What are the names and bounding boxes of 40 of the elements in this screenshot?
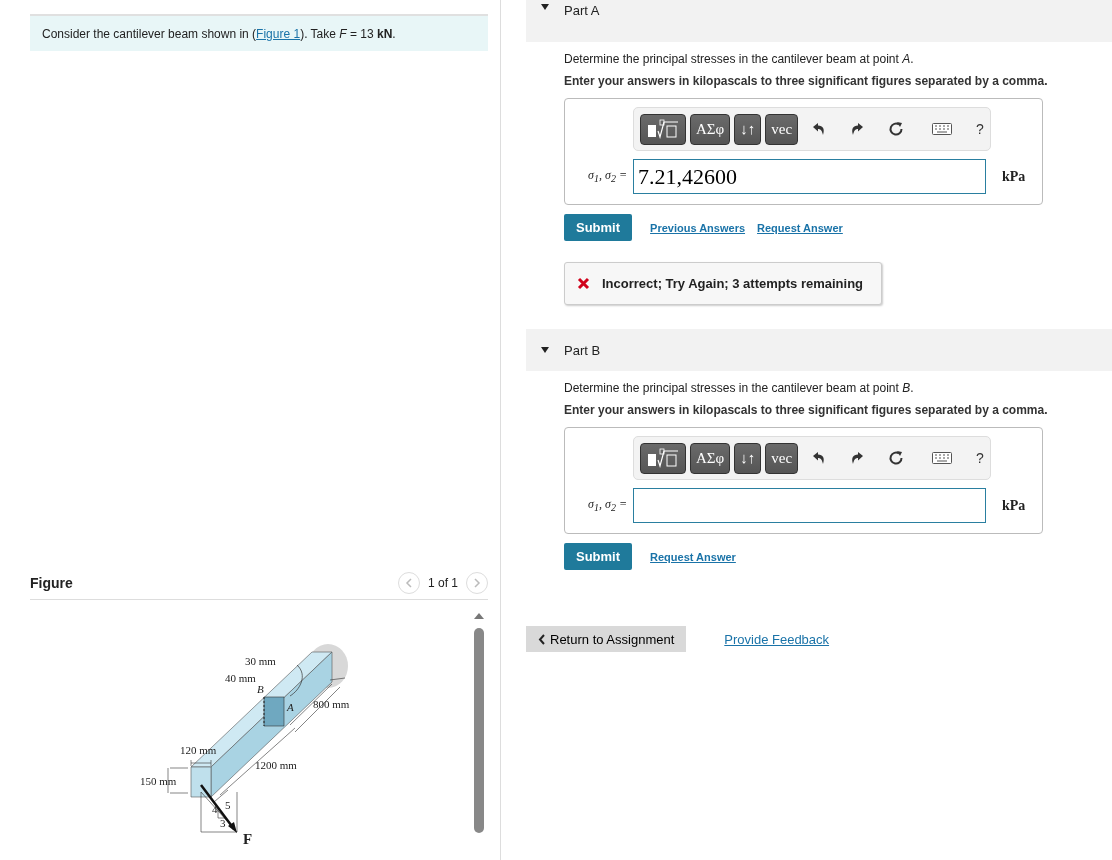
cantilever-beam-drawing: 30 mm 40 mm B A 800 mm 120 mm 1200 mm 150 mm 4 5 3 F xyxy=(140,644,350,847)
answer-link[interactable]: Previous Answers xyxy=(650,221,746,234)
variable-label: σ$_{1}$, σ$_{2}$ = xyxy=(587,497,628,514)
question-text: Determine the principal stresses in the cantilever beam at point B. xyxy=(564,381,915,395)
problem-statement: Consider the cantilever beam shown in (Figure 1). Take F = 13 kN. xyxy=(42,26,396,41)
page-indicator: 1 of 1 xyxy=(427,575,458,590)
answer-field[interactable] xyxy=(633,488,986,523)
feedback-link[interactable]: Provide Feedback xyxy=(724,631,830,647)
answer-link[interactable]: Request Answer xyxy=(757,221,843,234)
toolbar-button[interactable]: ΑΣφ xyxy=(690,442,731,474)
feedback-text: Incorrect; Try Again; 3 attempts remaining xyxy=(602,276,864,291)
toolbar-button[interactable]: ↓↑ xyxy=(734,442,762,474)
unit-label: kPa xyxy=(1002,168,1026,185)
unit-label: kPa xyxy=(1002,497,1026,514)
answer-link[interactable]: Request Answer xyxy=(650,550,736,563)
submit-button[interactable]: Submit xyxy=(564,214,633,241)
toolbar-button[interactable]: vec xyxy=(765,113,799,145)
instruction-text: Enter your answers in kilopascals to three significant figures separated by a comma. xyxy=(564,403,1049,417)
chevron-left-icon xyxy=(538,633,546,645)
toolbar-button[interactable]: vec xyxy=(765,442,799,474)
submit-button[interactable]: Submit xyxy=(564,543,633,570)
figure-link[interactable]: Figure 1 xyxy=(256,26,301,41)
variable-label: σ$_{1}$, σ$_{2}$ = xyxy=(587,168,628,185)
question-text: Determine the principal stresses in the cantilever beam at point A. xyxy=(564,52,915,66)
chevron-right-icon xyxy=(473,577,481,588)
chevron-left-icon xyxy=(404,577,413,588)
toolbar-button[interactable]: ΑΣφ xyxy=(690,113,731,145)
template-button[interactable] xyxy=(640,113,686,145)
part-header[interactable]: Part A xyxy=(526,0,1112,42)
part-header[interactable]: Part B xyxy=(526,329,1112,371)
scroll-up-icon[interactable] xyxy=(473,612,485,620)
help-button[interactable]: ? xyxy=(966,450,994,466)
figure-heading: Figure xyxy=(30,574,73,591)
toolbar-button[interactable]: ↓↑ xyxy=(734,113,762,145)
help-button[interactable]: ? xyxy=(966,121,994,137)
cross-icon xyxy=(577,277,590,290)
return-button[interactable]: Return to Assignment xyxy=(526,626,687,652)
template-button[interactable] xyxy=(640,442,686,474)
instruction-text: Enter your answers in kilopascals to three significant figures separated by a comma. xyxy=(564,74,1049,88)
answer-field[interactable]: 7.21,42600 xyxy=(633,159,986,194)
